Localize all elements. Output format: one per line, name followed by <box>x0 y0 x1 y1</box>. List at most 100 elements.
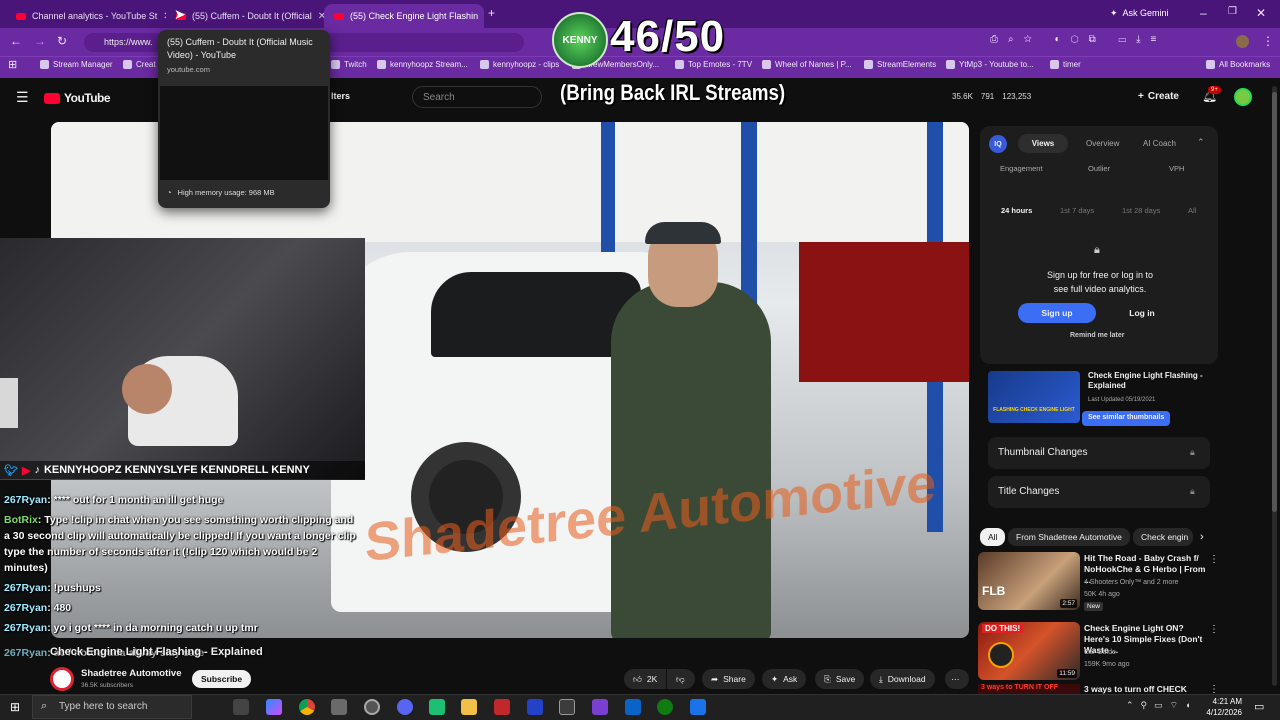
xbox-icon[interactable] <box>657 699 673 715</box>
channel-avatar[interactable] <box>50 667 74 691</box>
profile-avatar[interactable] <box>1236 35 1249 48</box>
see-similar-button[interactable]: See similar thumbnails <box>1082 411 1171 426</box>
notification-badge: 9+ <box>1208 86 1221 94</box>
bookmark-kennyhoopz-stream[interactable]: kennyhoopz Stream... <box>377 60 468 69</box>
clock[interactable]: 4:21 AM 4/12/2026 <box>1206 696 1242 718</box>
more-icon[interactable]: ⋮ <box>1209 684 1219 694</box>
discord-icon[interactable] <box>397 699 413 715</box>
kenny-logo: KENNY <box>552 12 608 68</box>
vidiq-tab-overview[interactable]: Overview <box>1086 139 1119 148</box>
range-7-days[interactable]: 1st 7 days <box>1060 206 1094 215</box>
apps-icon[interactable]: ⊞ <box>8 58 17 71</box>
outlook-icon[interactable] <box>625 699 641 715</box>
collapse-icon[interactable]: ⌃ <box>1197 137 1205 148</box>
chrome-icon[interactable] <box>299 699 315 715</box>
task-view-icon[interactable] <box>233 699 249 715</box>
notifications-icon[interactable]: ▭ <box>1254 700 1264 713</box>
tab-check-engine[interactable]: (55) Check Engine Light Flashin✕ <box>324 4 484 28</box>
lock-icon: 🔒︎ <box>1190 447 1195 457</box>
bookmark-stream-manager[interactable]: Stream Manager <box>40 60 113 69</box>
account-avatar[interactable] <box>1234 88 1252 106</box>
ask-button[interactable]: ✦ Ask <box>762 669 807 689</box>
file-explorer-icon[interactable] <box>461 699 477 715</box>
rec-meta: 159K 9mo ago <box>1084 661 1130 668</box>
more-icon[interactable]: ⋮ <box>1209 554 1219 565</box>
channel-name[interactable]: Shadetree Automotive <box>81 668 181 679</box>
system-tray-icons[interactable]: ⌃⚲▭⌔◖ <box>1126 700 1198 711</box>
app-icon[interactable] <box>592 699 608 715</box>
bookmark-twitch[interactable]: Twitch <box>331 60 367 69</box>
bookmark-timer[interactable]: timer <box>1050 60 1081 69</box>
chip-from-channel[interactable]: From Shadetree Automotive <box>1008 528 1130 546</box>
bookmark-wheel-of-names[interactable]: Wheel of Names | P... <box>762 60 852 69</box>
share-button[interactable]: ➦ Share <box>702 669 755 689</box>
maximize-button[interactable]: ❐ <box>1228 6 1237 17</box>
copilot-icon[interactable] <box>266 699 282 715</box>
bookmark-kennyhoopz-clips[interactable]: kennyhoopz - clips <box>480 60 559 69</box>
range-28-days[interactable]: 1st 28 days <box>1122 206 1160 215</box>
rec-thumbnail[interactable]: DO THIS! 11:59 <box>978 622 1080 680</box>
duration-badge: 11:59 <box>1057 669 1077 678</box>
youtube-logo[interactable]: YouTube <box>44 91 111 105</box>
rec-title[interactable]: 3 ways to turn off CHECK <box>1084 684 1206 694</box>
van-window <box>431 272 641 357</box>
metric-vph: VPH <box>1169 164 1185 173</box>
more-actions-button[interactable]: ⋯ <box>945 669 969 689</box>
save-button[interactable]: ⎘ Save <box>815 669 865 689</box>
dislike-button[interactable]: 👎︎ <box>667 669 695 689</box>
rec-thumbnail[interactable]: FLB 2:57 <box>978 552 1080 610</box>
bookmark-creat[interactable]: Creat <box>123 60 156 69</box>
title-changes[interactable]: Title Changes <box>988 476 1210 508</box>
tab-channel-analytics[interactable]: Channel analytics - YouTube St✕ <box>6 4 166 28</box>
thumbnail-changes[interactable]: Thumbnail Changes <box>988 437 1210 469</box>
app-icon[interactable] <box>527 699 543 715</box>
range-24-hours[interactable]: 24 hours <box>1001 206 1032 215</box>
create-button[interactable]: + Create <box>1138 91 1179 102</box>
back-icon[interactable]: ← <box>10 34 22 48</box>
app-icon[interactable] <box>494 699 510 715</box>
menu-icon[interactable]: ⋮ <box>1262 34 1274 48</box>
subscribe-button[interactable]: Subscribe <box>192 670 252 688</box>
chip-all[interactable]: All <box>980 528 1006 546</box>
all-bookmarks[interactable]: All Bookmarks <box>1206 60 1270 69</box>
app-icon[interactable] <box>429 699 445 715</box>
chevron-right-icon[interactable]: › <box>1200 531 1204 543</box>
hamburger-menu-icon[interactable]: ☰ <box>16 89 29 106</box>
reload-icon[interactable]: ↻ <box>57 34 67 48</box>
ask-gemini-button[interactable]: ✦ Ask Gemini <box>1110 8 1169 19</box>
obs-icon[interactable] <box>364 699 380 715</box>
search-input[interactable]: Search <box>412 86 542 108</box>
windows-start-icon[interactable]: ⊞ <box>10 700 20 714</box>
bookmark-icon <box>1050 60 1059 69</box>
chat-message: 267Ryan: yo i got **** in da morning cat… <box>4 622 258 634</box>
taskbar-search[interactable]: Type here to search <box>32 695 192 719</box>
app-icon[interactable] <box>559 699 575 715</box>
new-tab-button[interactable]: + <box>488 6 495 20</box>
like-button[interactable]: 👍︎ 2K <box>624 669 666 689</box>
range-all[interactable]: All <box>1188 206 1196 215</box>
remind-later-link[interactable]: Remind me later <box>1070 332 1124 339</box>
close-window-button[interactable]: ✕ <box>1256 6 1266 20</box>
tab-cuffem[interactable]: (55) Cuffem - Doubt It (Official ✕ <box>166 4 324 28</box>
app-icon[interactable] <box>690 699 706 715</box>
chip-check-engine[interactable]: Check engin <box>1133 528 1193 546</box>
bookmark-ytmp3[interactable]: YtMp3 - Youtube to... <box>946 60 1034 69</box>
bookmark-icon: ⎘ <box>824 673 831 684</box>
store-icon[interactable] <box>331 699 347 715</box>
forward-icon[interactable]: → <box>34 34 46 48</box>
vidiq-tab-views[interactable]: Views <box>1018 134 1068 153</box>
toolbar-icons[interactable]: ⎙⌕☆ ◐⬡⧉ ▭⤓≡ <box>990 34 1166 45</box>
bookmark-streamelements[interactable]: StreamElements <box>864 60 936 69</box>
vidiq-stats: 35.6K 791 123,253 <box>952 92 1032 101</box>
vidiq-tab-ai-coach[interactable]: AI Coach <box>1143 139 1176 148</box>
more-icon[interactable]: ⋮ <box>1209 624 1219 635</box>
download-button[interactable]: ⤓ Download <box>870 669 935 689</box>
minimize-button[interactable]: – <box>1200 6 1207 20</box>
filters-button[interactable]: lters <box>331 91 350 101</box>
login-button[interactable]: Log in <box>1106 303 1178 323</box>
signup-button[interactable]: Sign up <box>1018 303 1096 323</box>
rec-thumbnail[interactable]: 3 ways to TURN IT OFF <box>978 684 1080 694</box>
duration-badge: 2:57 <box>1060 599 1077 608</box>
vidiq-logo: IQ <box>989 135 1007 153</box>
scrollbar-thumb[interactable] <box>1272 92 1277 512</box>
